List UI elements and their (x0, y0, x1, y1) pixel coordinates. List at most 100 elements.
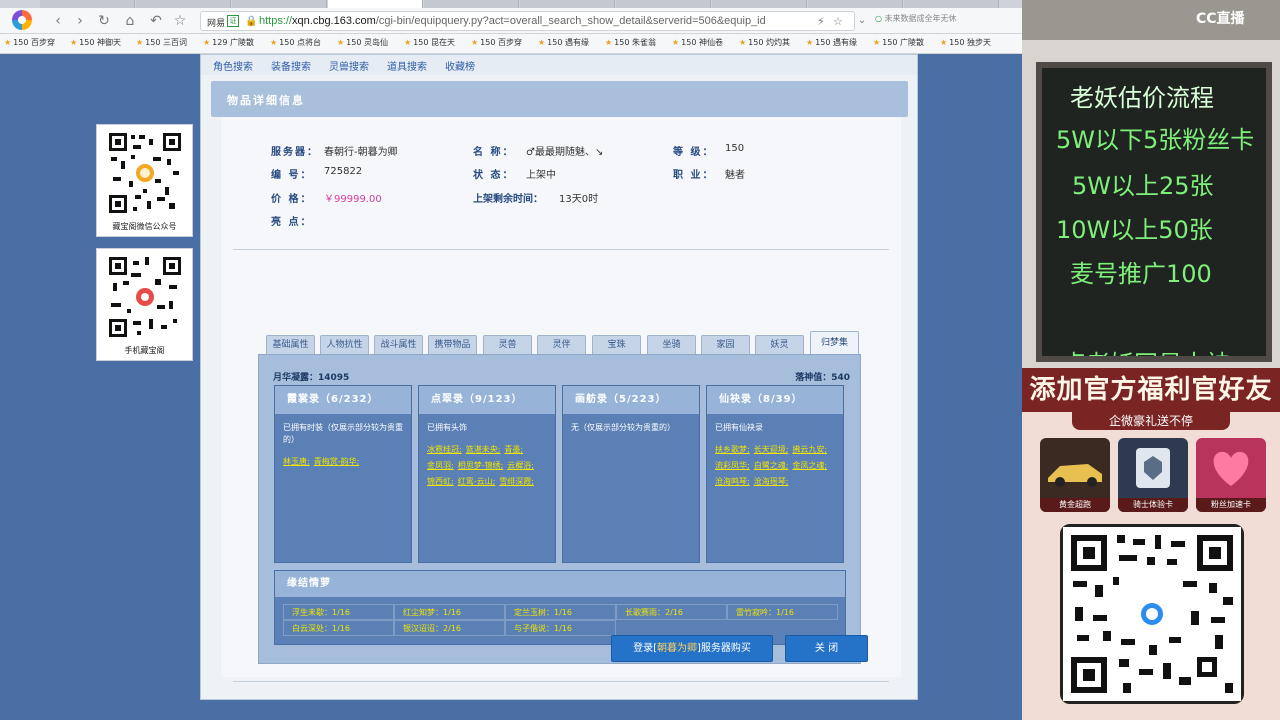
tab-companions[interactable]: 灵伴 (537, 335, 586, 354)
board-line: 麦号推广100 (1070, 260, 1212, 288)
back-icon[interactable]: ‹ (48, 11, 68, 31)
browser-tab[interactable] (40, 0, 135, 8)
tab-resistance[interactable]: 人物抗性 (320, 335, 369, 354)
address-bar[interactable]: 网易 证 🔒 https://xqn.cbg.163.com/cgi-bin/e… (200, 11, 855, 31)
refresh-icon[interactable]: ↻ (94, 11, 114, 31)
buy-button[interactable]: 登录[朝暮为卿]服务器购买 (611, 635, 773, 662)
book-item-link[interactable]: 扶乡歌梦; (715, 442, 750, 458)
bond-grid: 浮生未歇：1/16 红尘知梦：1/16 定兰玉树：1/16 长歌赛雨：2/16 … (283, 604, 839, 637)
bookmark-star-icon[interactable]: ☆ (170, 11, 190, 31)
bookmark-icon: ★ (672, 38, 680, 47)
favorite-icon[interactable]: ☆ (833, 15, 843, 28)
book-item-link[interactable]: 锦西虹; (427, 474, 454, 490)
server-value: 春朝行-朝暮为卿 (324, 147, 398, 158)
browser-tab[interactable] (520, 0, 615, 8)
nav-favorites[interactable]: 收藏榜 (445, 58, 475, 73)
bookmark-item[interactable]: ★ 150 灼灼其 (739, 37, 790, 48)
tab-carried-items[interactable]: 携带物品 (428, 335, 477, 354)
price-board: 老妖估价流程 5W以下5张粉丝卡 5W以上25张 10W以上50张 麦号推广10… (1036, 62, 1272, 362)
browser-tab[interactable] (808, 0, 903, 8)
book-item-link[interactable]: 流彩凤华; (715, 458, 750, 474)
tab-dream-collection[interactable]: 归梦集 (810, 331, 859, 354)
lock-icon: 🔒 (245, 16, 258, 27)
book-item-link[interactable]: 沧海鸣琴; (715, 474, 750, 490)
bond-section: 缘结情萝 浮生未歇：1/16 红尘知梦：1/16 定兰玉树：1/16 长歌赛雨：… (274, 570, 846, 645)
bookmark-item[interactable]: ★ 150 独步天 (940, 37, 991, 48)
job-label: 职 业： (673, 170, 715, 181)
bookmark-item[interactable]: ★ 150 灵岛仙 (337, 37, 388, 48)
top-nav: 角色搜索 装备搜索 灵兽搜索 道具搜索 收藏榜 (201, 55, 917, 75)
nav-role-search[interactable]: 角色搜索 (213, 58, 253, 73)
forward-icon[interactable]: › (70, 11, 90, 31)
bookmark-icon: ★ (471, 38, 479, 47)
undo-icon[interactable]: ↶ (146, 11, 166, 31)
bookmark-icon: ★ (203, 38, 211, 47)
book-item-link[interactable]: 青墨; (504, 442, 523, 458)
browser-tab[interactable] (232, 0, 327, 8)
tab-orbs[interactable]: 宝珠 (592, 335, 641, 354)
book-item-link[interactable]: 红鸾-云山; (458, 474, 496, 490)
book-item-link[interactable]: 拂云九安; (792, 442, 827, 458)
browser-tab[interactable] (712, 0, 807, 8)
lightning-icon[interactable]: ⚡ (817, 15, 825, 28)
bookmark-icon: ★ (337, 38, 345, 47)
bookmark-item[interactable]: ★ 150 广陵散 (873, 37, 924, 48)
detail-body: 服务器： 春朝行-朝暮为卿 名 称： ♂最最期随魅、↘ 等 级： 150 编 号… (221, 117, 901, 682)
book-item-link[interactable]: 冰霓桂冠; (427, 442, 462, 458)
tab-combat-attr[interactable]: 战斗属性 (374, 335, 423, 354)
bookmark-item[interactable]: ★ 150 昆在天 (404, 37, 455, 48)
dropdown-icon[interactable]: ⌄ (852, 11, 872, 31)
book-card-fashion: 霞裳录（6/232） 已拥有时装（仅展示部分较为贵重的） 林玉唐; 青梅赏-韵华; (274, 385, 412, 563)
book-item-link[interactable]: 相思梦-锦绣; (458, 458, 504, 474)
browser-tab[interactable] (904, 0, 999, 8)
book-item-link[interactable]: 白鹭之魂; (754, 458, 789, 474)
tab-mounts[interactable]: 坐骑 (647, 335, 696, 354)
wechat-qr-code-icon (107, 131, 183, 215)
home-icon[interactable]: ⌂ (120, 11, 140, 31)
search-box[interactable]: ○ 未来数据成全年无休 (875, 13, 1015, 29)
browser-tab[interactable] (424, 0, 519, 8)
browser-logo-icon[interactable] (8, 8, 36, 32)
cert-badge-icon[interactable]: 证 (227, 15, 239, 27)
promo-subtitle: 企微豪礼送不停 (1072, 412, 1230, 430)
book-item-link[interactable]: 雪绯深霞; (499, 474, 534, 490)
bookmark-item[interactable]: ★ 150 百步穿 (471, 37, 522, 48)
bond-cell: 长歌赛雨：2/16 (616, 604, 727, 620)
close-button[interactable]: 关 闭 (785, 635, 868, 662)
bookmark-item[interactable]: ★ 150 遇有缘 (538, 37, 589, 48)
nav-item-search[interactable]: 道具搜索 (387, 58, 427, 73)
book-item-link[interactable]: 青梅赏-韵华; (314, 454, 360, 470)
remain-value: 13天0时 (559, 194, 599, 205)
book-item-link[interactable]: 林玉唐; (283, 454, 310, 470)
bookmark-item[interactable]: ★ 150 遇有缘 (806, 37, 857, 48)
tab-pets[interactable]: 灵兽 (483, 335, 532, 354)
bookmark-item[interactable]: ★ 150 百步穿 (4, 37, 55, 48)
book-card-immortal: 仙袂录（8/39） 已拥有仙袂录 扶乡歌梦; 长天迎境; 拂云九安; 流彩凤华; 白鹭之… (706, 385, 844, 563)
bookmark-item[interactable]: ★ 150 朱雀翁 (605, 37, 656, 48)
book-item-link[interactable]: 云樨浴; (507, 458, 534, 474)
tab-basic-attr[interactable]: 基础属性 (266, 335, 315, 354)
bookmark-item[interactable]: ★ 150 神仙卷 (672, 37, 723, 48)
book-item-link[interactable]: 沧海瑶琴; (754, 474, 789, 490)
bookmark-item[interactable]: ★ 129 广陵散 (203, 37, 254, 48)
bookmark-item[interactable]: ★ 150 三百词 (136, 37, 187, 48)
browser-tab-active[interactable] (328, 0, 423, 8)
bookmark-item[interactable]: ★ 150 点将台 (270, 37, 321, 48)
browser-tab[interactable] (136, 0, 231, 8)
book-item-link[interactable]: 长天迎境; (754, 442, 789, 458)
nav-equip-search[interactable]: 装备搜索 (271, 58, 311, 73)
bookmarks-bar: ★ 150 百步穿 ★ 150 神御天 ★ 150 三百词 ★ 129 广陵散 ★ 150… (0, 34, 1022, 54)
tab-home[interactable]: 家园 (701, 335, 750, 354)
book-item-link[interactable]: 金凤之魂; (792, 458, 827, 474)
book-item-link[interactable]: 金凤羽; (427, 458, 454, 474)
nav-pet-search[interactable]: 灵兽搜索 (329, 58, 369, 73)
bookmark-icon: ★ (605, 38, 613, 47)
tab-spirits[interactable]: 妖灵 (755, 335, 804, 354)
url-text[interactable]: https://xqn.cbg.163.com/cgi-bin/equipque… (259, 15, 789, 27)
stream-header: CC直播 (1022, 0, 1280, 40)
stream-overlay: CC直播 老妖估价流程 5W以下5张粉丝卡 5W以上25张 10W以上50张 麦… (1022, 0, 1280, 720)
book-item-link[interactable]: 篮湛未央; (466, 442, 501, 458)
bond-cell: 定兰玉树：1/16 (505, 604, 616, 620)
browser-tab[interactable] (616, 0, 711, 8)
bookmark-item[interactable]: ★ 150 神御天 (70, 37, 121, 48)
